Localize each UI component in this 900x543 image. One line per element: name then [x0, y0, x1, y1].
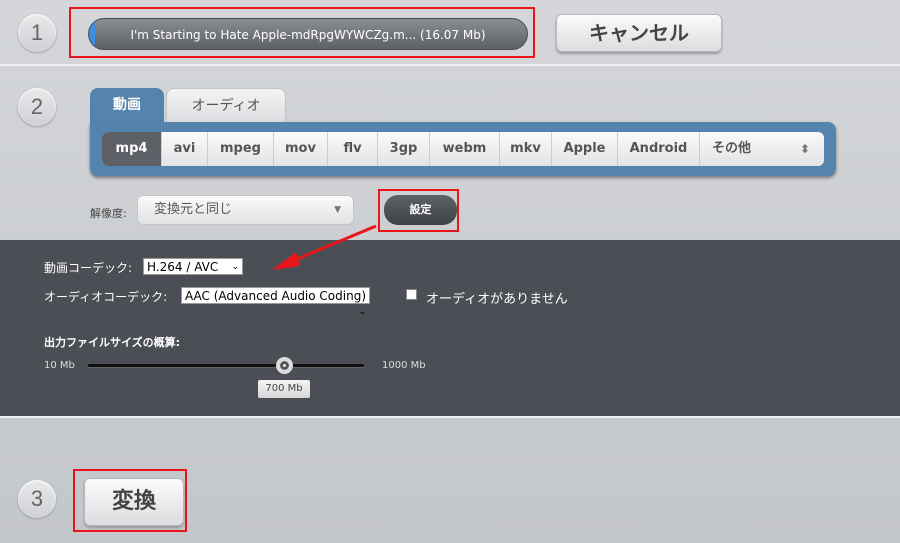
annotation-arrow [272, 224, 377, 270]
